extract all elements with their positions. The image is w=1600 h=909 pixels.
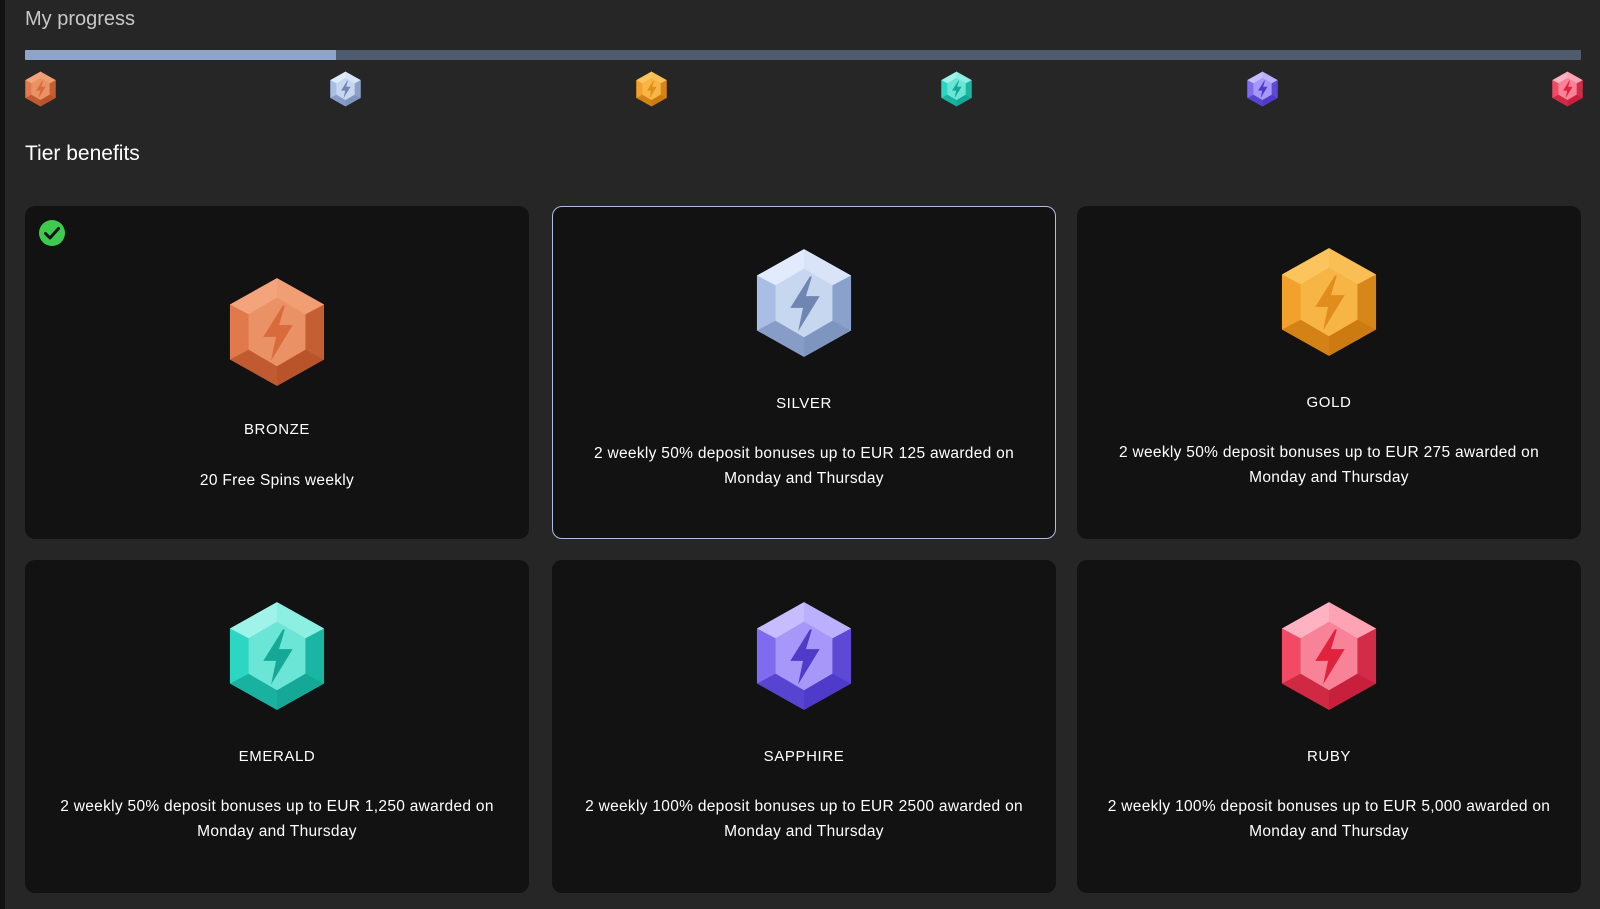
emerald-gem-icon — [229, 602, 325, 710]
tier-benefit: 2 weekly 50% deposit bonuses up to EUR 1… — [60, 798, 494, 840]
silver-gem-icon — [330, 71, 362, 107]
tier-name: EMERALD — [238, 748, 316, 765]
tier-benefit: 20 Free Spins weekly — [199, 472, 355, 489]
tier-name: GOLD — [1306, 394, 1352, 411]
tier-gem — [1280, 600, 1378, 712]
tier-benefit: 2 weekly 50% deposit bonuses up to EUR 2… — [1118, 444, 1540, 486]
gold-gem-icon — [636, 71, 667, 107]
milestone-gold[interactable] — [635, 71, 668, 107]
silver-gem-icon — [756, 249, 852, 357]
ruby-gem-icon — [1281, 602, 1377, 710]
tier-card-gold[interactable]: GOLD 2 weekly 50% deposit bonuses up to E… — [1077, 206, 1581, 539]
milestone-bronze[interactable] — [24, 71, 57, 107]
tier-gem — [228, 276, 326, 388]
tier-gem — [755, 247, 853, 359]
tier-benefit: 2 weekly 100% deposit bonuses up to EUR … — [585, 798, 1023, 840]
tier-benefit: 2 weekly 50% deposit bonuses up to EUR 1… — [593, 445, 1015, 487]
section-title-tier-benefits: Tier benefits — [25, 142, 140, 165]
tier-card-sapphire[interactable]: SAPPHIRE 2 weekly 100% deposit bonuses up… — [552, 560, 1056, 893]
bronze-gem-icon — [229, 278, 325, 386]
tier-name: BRONZE — [243, 421, 311, 438]
tier-card-emerald[interactable]: EMERALD 2 weekly 50% deposit bonuses up t… — [25, 560, 529, 893]
tier-name: SAPPHIRE — [763, 748, 845, 765]
sapphire-gem-icon — [756, 602, 852, 710]
tier-card-ruby[interactable]: RUBY 2 weekly 100% deposit bonuses up to … — [1077, 560, 1581, 893]
tier-name: SILVER — [776, 395, 832, 412]
page-title: My progress — [25, 8, 136, 30]
emerald-gem-icon — [941, 71, 972, 107]
tier-gem — [1280, 246, 1378, 358]
sapphire-gem-icon — [1246, 71, 1278, 107]
tier-card-bronze[interactable]: BRONZE 20 Free Spins weekly — [25, 206, 529, 539]
tier-benefit: 2 weekly 100% deposit bonuses up to EUR … — [1107, 798, 1551, 840]
check-circle-icon — [39, 220, 65, 246]
milestone-sapphire[interactable] — [1246, 71, 1279, 107]
gold-gem-icon — [1281, 248, 1377, 356]
tier-name: RUBY — [1306, 748, 1352, 765]
left-edge-bar — [0, 0, 5, 909]
tier-gem — [755, 600, 853, 712]
tier-gem — [228, 600, 326, 712]
tier-progress-bar — [25, 50, 1581, 60]
milestone-ruby[interactable] — [1551, 71, 1584, 107]
ruby-gem-icon — [1552, 71, 1583, 107]
milestone-silver[interactable] — [329, 71, 362, 107]
milestone-emerald[interactable] — [940, 71, 973, 107]
tier-progress-fill — [25, 50, 337, 60]
tier-card-silver[interactable]: SILVER 2 weekly 50% deposit bonuses up to… — [552, 206, 1056, 539]
bronze-gem-icon — [25, 71, 56, 107]
